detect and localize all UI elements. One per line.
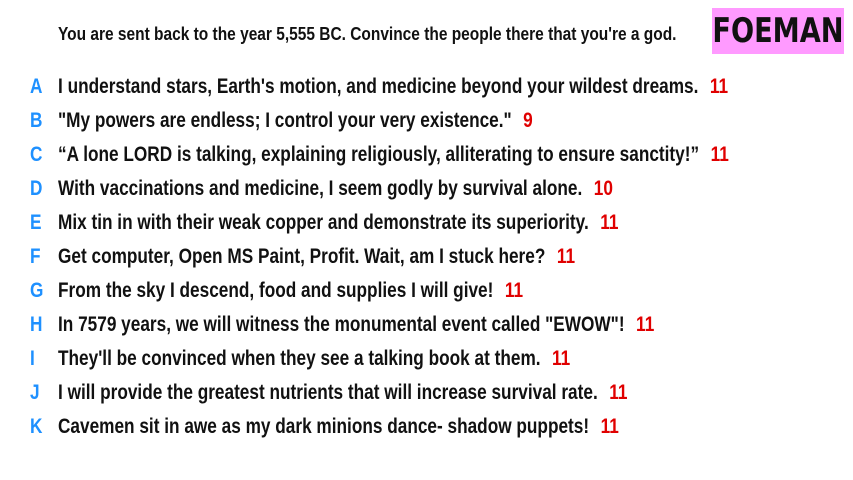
answer-letter: A — [30, 75, 43, 98]
answer-score: 11 — [556, 245, 576, 268]
answer-body: “A lone LORD is talking, explaining reli… — [58, 142, 729, 168]
answer-letter: H — [30, 313, 43, 336]
answer-text: With vaccinations and medicine, I seem g… — [58, 177, 583, 200]
answer-body: They'll be convinced when they see a tal… — [58, 346, 570, 372]
prompt-text: You are sent back to the year 5,555 BC. … — [58, 24, 677, 44]
answer-score: 11 — [636, 313, 655, 336]
answer-row-b: B "My powers are endless; I control your… — [0, 104, 853, 138]
answer-letter: D — [30, 177, 43, 200]
answer-body: Mix tin in with their weak copper and de… — [58, 210, 618, 236]
answer-row-f: F Get computer, Open MS Paint, Profit. W… — [0, 240, 853, 274]
answer-score: 11 — [710, 143, 729, 166]
answer-row-j: J I will provide the greatest nutrients … — [0, 376, 853, 410]
answer-letter: F — [30, 245, 41, 268]
answer-text: I understand stars, Earth's motion, and … — [58, 75, 699, 98]
answer-score: 11 — [552, 347, 571, 370]
answer-text: Cavemen sit in awe as my dark minions da… — [58, 415, 590, 438]
answer-row-h: H In 7579 years, we will witness the mon… — [0, 308, 853, 342]
answer-letter: E — [30, 211, 42, 234]
answer-body: Cavemen sit in awe as my dark minions da… — [58, 414, 619, 440]
answer-text: They'll be convinced when they see a tal… — [58, 347, 541, 370]
answer-score: 9 — [523, 109, 533, 132]
answer-body: Get computer, Open MS Paint, Profit. Wai… — [58, 244, 575, 270]
answer-letter: B — [30, 109, 43, 132]
answer-score: 11 — [709, 75, 729, 98]
foeman-badge: FOEMAN — [712, 8, 844, 54]
answer-letter: G — [30, 279, 44, 302]
answer-text: Mix tin in with their weak copper and de… — [58, 211, 589, 234]
answer-row-c: C “A lone LORD is talking, explaining re… — [0, 138, 853, 172]
answer-letter: I — [30, 347, 35, 370]
answer-score: 11 — [600, 415, 619, 438]
answer-row-k: K Cavemen sit in awe as my dark minions … — [0, 410, 853, 444]
answer-row-d: D With vaccinations and medicine, I seem… — [0, 172, 853, 206]
answer-letter: C — [30, 143, 43, 166]
answer-row-e: E Mix tin in with their weak copper and … — [0, 206, 853, 240]
answer-body: With vaccinations and medicine, I seem g… — [58, 176, 613, 202]
answer-score: 11 — [600, 211, 619, 234]
answer-body: In 7579 years, we will witness the monum… — [58, 312, 654, 338]
badge-label: FOEMAN — [712, 11, 844, 51]
answer-score: 11 — [609, 381, 628, 404]
answer-letter: J — [30, 381, 40, 404]
answer-letter: K — [30, 415, 43, 438]
answer-row-i: I They'll be convinced when they see a t… — [0, 342, 853, 376]
answer-text: From the sky I descend, food and supplie… — [58, 279, 494, 302]
answer-body: "My powers are endless; I control your v… — [58, 108, 533, 134]
answer-score: 10 — [593, 177, 613, 200]
answer-row-a: A I understand stars, Earth's motion, an… — [0, 70, 853, 104]
answer-body: I understand stars, Earth's motion, and … — [58, 74, 728, 100]
answer-text: “A lone LORD is talking, explaining reli… — [58, 143, 700, 166]
answer-text: In 7579 years, we will witness the monum… — [58, 313, 625, 336]
answer-body: From the sky I descend, food and supplie… — [58, 278, 523, 304]
answer-text: I will provide the greatest nutrients th… — [58, 381, 598, 404]
answer-body: I will provide the greatest nutrients th… — [58, 380, 627, 406]
answer-score: 11 — [504, 279, 524, 302]
answer-row-g: G From the sky I descend, food and suppl… — [0, 274, 853, 308]
answer-text: "My powers are endless; I control your v… — [58, 109, 512, 132]
answer-text: Get computer, Open MS Paint, Profit. Wai… — [58, 245, 546, 268]
